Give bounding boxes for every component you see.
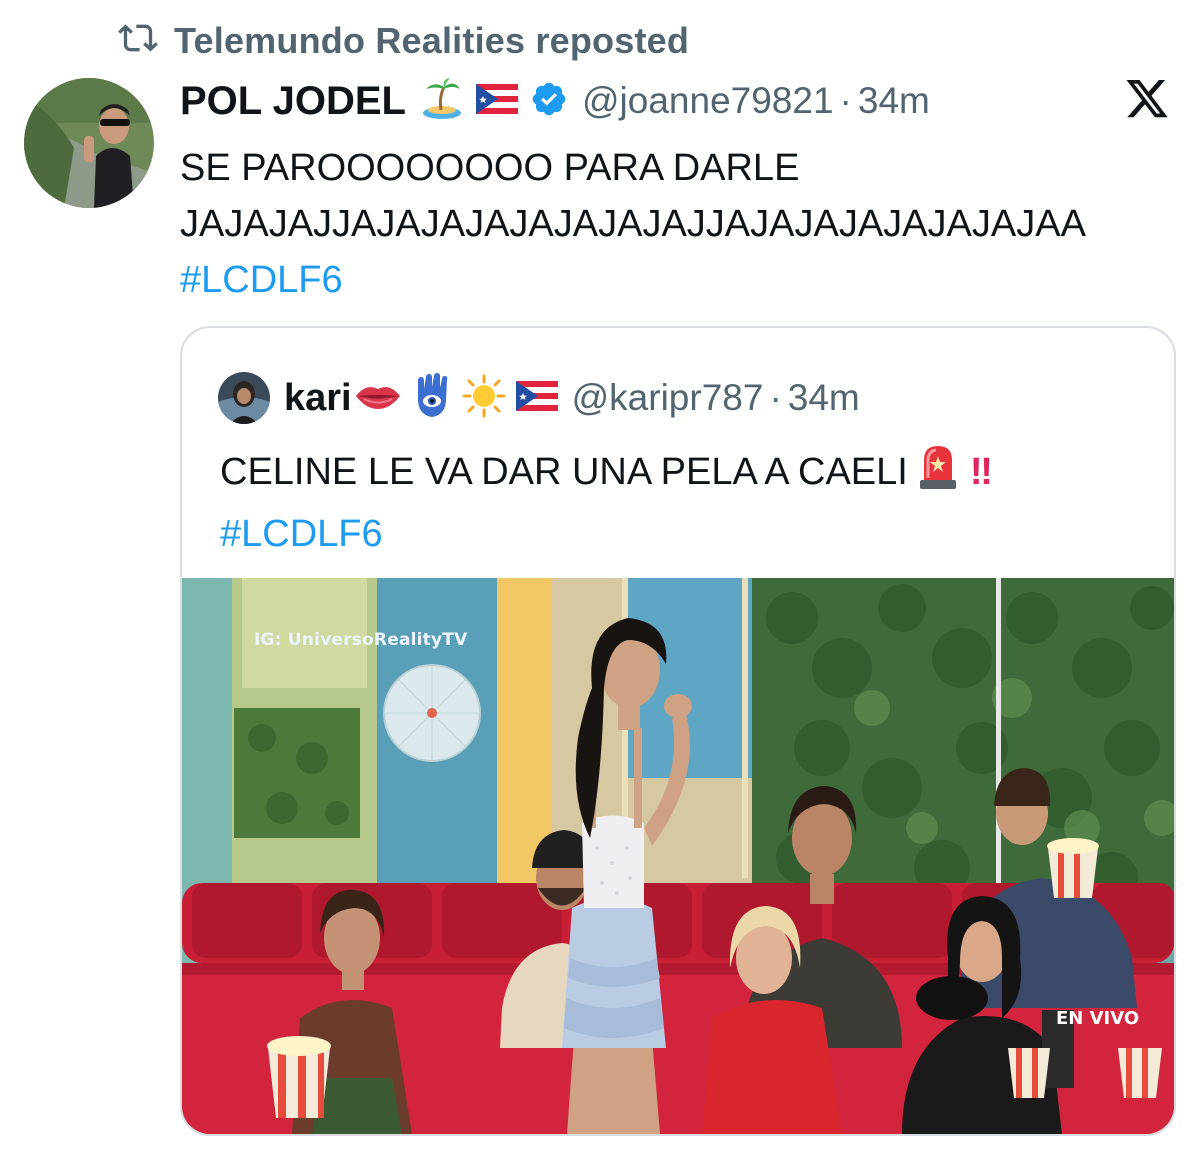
quoted-hashtag-link[interactable]: #LCDLF6 [220,506,993,562]
quoted-author-avatar[interactable] [218,372,270,424]
separator-dot: · [769,377,782,418]
desert-island-emoji [420,77,464,126]
video-frame [182,578,1174,1134]
quoted-tweet-time[interactable]: 34m [788,377,860,418]
quoted-author-name[interactable]: kari [284,377,352,420]
quoted-tweet-text: CELINE LE VA DAR UNA PELA A CAELI ‼ #LCD… [220,442,993,562]
quoted-tweet-video[interactable]: IG: UniversoRealityTV EN VIVO [182,578,1174,1134]
repost-bar[interactable]: Telemundo Realities reposted [118,18,689,63]
police-light-emoji [916,442,960,506]
live-badge: EN VIVO [1056,1008,1140,1029]
tweet-hashtag-link[interactable]: #LCDLF6 [180,252,1086,308]
tweet-text-line-1: SE PAROOOOOOOO PARA DARLE [180,147,800,189]
quoted-tweet-card[interactable]: kari @karipr787 · 34m CELINE LE VA DAR U… [180,326,1176,1136]
author-handle-time[interactable]: @joanne79821 · 34m [582,80,930,122]
tweet-time[interactable]: 34m [858,80,930,121]
tweet-header: POL JODEL @joanne79821 · 34m [180,76,930,126]
author-handle[interactable]: @joanne79821 [582,80,834,121]
quoted-author-handle[interactable]: @karipr787 [572,377,764,418]
x-logo-icon[interactable] [1124,80,1170,122]
author-name[interactable]: POL JODEL [180,79,406,124]
quoted-handle-time[interactable]: @karipr787 · 34m [572,377,860,419]
separator-dot: · [839,80,852,121]
tweet-text-line-2: JAJAJAJJAJAJAJAJAJAJAJAJJAJAJAJAJAJAJAJA… [180,203,1086,245]
puerto-rico-flag-emoji [515,380,558,416]
quoted-tweet-header: kari @karipr787 · 34m [218,372,860,424]
verified-badge-icon[interactable] [530,80,568,123]
lips-emoji [354,381,402,416]
hamsa-emoji [412,372,452,424]
puerto-rico-flag-emoji [475,83,518,119]
tweet-text: SE PAROOOOOOOO PARA DARLE JAJAJAJJAJAJAJ… [180,140,1086,308]
quoted-text-line: CELINE LE VA DAR UNA PELA A CAELI [220,451,908,494]
quoted-author-emojis [354,372,558,424]
author-avatar[interactable] [24,78,154,208]
repost-icon [118,18,158,63]
double-exclamation-emoji: ‼ [969,451,993,494]
repost-label: Telemundo Realities reposted [174,19,690,61]
author-name-emojis [420,77,568,126]
video-watermark: IG: UniversoRealityTV [254,630,468,650]
sun-emoji [462,374,506,423]
